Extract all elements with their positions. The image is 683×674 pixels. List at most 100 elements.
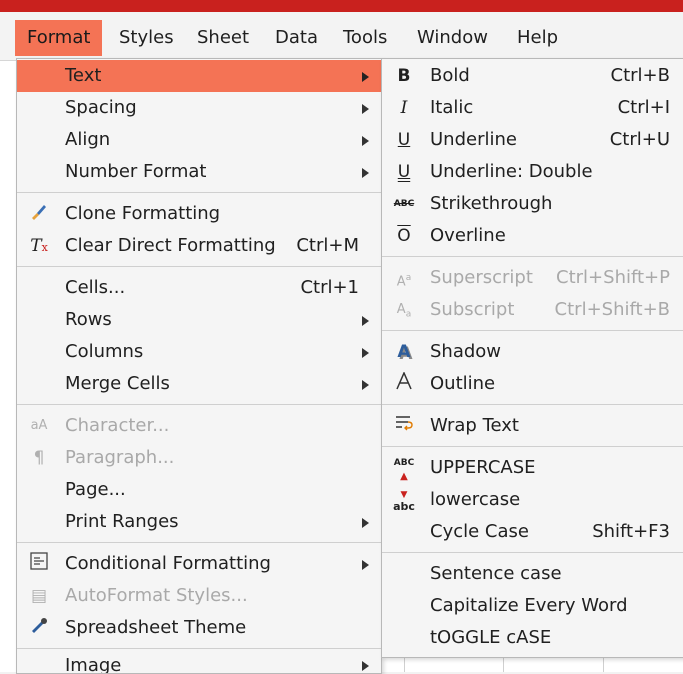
menu-item-print-ranges[interactable]: Print Ranges <box>17 506 381 538</box>
menu-item-align[interactable]: Align <box>17 124 381 156</box>
shortcut-label: Ctrl+M <box>296 235 359 256</box>
menu-item-label: Underline <box>430 129 517 150</box>
submenu-arrow-icon <box>362 560 369 570</box>
menu-separator <box>382 404 683 405</box>
format-menu: Text Spacing Align Number Format Clone F… <box>16 58 382 674</box>
menu-item-sentence-case[interactable]: Sentence case <box>382 558 683 590</box>
uppercase-icon: ABC ▲ <box>393 458 415 482</box>
submenu-arrow-icon <box>362 518 369 528</box>
submenu-arrow-icon <box>362 661 369 671</box>
menu-item-label: Overline <box>430 225 506 246</box>
menu-separator <box>17 542 381 543</box>
menu-item-label: Italic <box>430 97 474 118</box>
clear-formatting-icon: Tx <box>30 236 48 256</box>
menu-item-overline[interactable]: O Overline <box>382 220 683 252</box>
menu-separator <box>382 552 683 553</box>
menu-item-merge-cells[interactable]: Merge Cells <box>17 368 381 400</box>
shortcut-label: Ctrl+1 <box>300 277 359 298</box>
menu-item-shadow[interactable]: A Shadow <box>382 336 683 368</box>
menu-item-conditional-formatting[interactable]: Conditional Formatting <box>17 548 381 580</box>
menu-data[interactable]: Data <box>263 20 330 56</box>
menu-item-image[interactable]: Image <box>17 652 381 673</box>
menu-item-rows[interactable]: Rows <box>17 304 381 336</box>
menu-item-cells[interactable]: Cells... Ctrl+1 <box>17 272 381 304</box>
menu-item-autoformat-styles[interactable]: ▤ AutoFormat Styles... <box>17 580 381 612</box>
menu-item-label: Clear Direct Formatting <box>65 235 276 256</box>
menu-item-subscript[interactable]: Aa Subscript Ctrl+Shift+B <box>382 294 683 326</box>
menu-item-toggle-case[interactable]: tOGGLE cASE <box>382 622 683 654</box>
menu-item-label: Paragraph... <box>65 447 175 468</box>
menu-item-label: UPPERCASE <box>430 457 536 478</box>
menu-item-label: Sentence case <box>430 563 562 584</box>
menu-help[interactable]: Help <box>505 20 570 56</box>
menu-item-label: Align <box>65 129 111 150</box>
menu-item-label: Outline <box>430 373 496 394</box>
menu-item-superscript[interactable]: Aa Superscript Ctrl+Shift+P <box>382 262 683 294</box>
menu-item-label: Clone Formatting <box>65 203 221 224</box>
italic-icon: I <box>400 98 408 118</box>
menu-item-wrap-text[interactable]: Wrap Text <box>382 410 683 442</box>
shadow-icon: A <box>397 342 411 362</box>
overline-icon: O <box>397 226 411 246</box>
menu-item-clear-direct-formatting[interactable]: Tx Clear Direct Formatting Ctrl+M <box>17 230 381 262</box>
menu-sheet[interactable]: Sheet <box>185 20 261 56</box>
menu-item-underline[interactable]: U Underline Ctrl+U <box>382 124 683 156</box>
paragraph-icon: ¶ <box>33 448 45 468</box>
window-top-strip <box>0 0 683 12</box>
menu-item-label: Cells... <box>65 277 126 298</box>
subscript-icon: Aa <box>396 302 412 320</box>
menu-item-uppercase[interactable]: ABC ▲ UPPERCASE <box>382 452 683 484</box>
menu-item-label: Strikethrough <box>430 193 553 214</box>
menu-item-label: Number Format <box>65 161 207 182</box>
menu-item-outline[interactable]: Outline <box>382 368 683 400</box>
menu-bar: Format Styles Sheet Data Tools Window He… <box>0 12 683 61</box>
menu-item-label: Underline: Double <box>430 161 593 182</box>
menu-format[interactable]: Format <box>15 20 103 56</box>
theme-icon <box>27 616 51 640</box>
menu-item-label: Cycle Case <box>430 521 529 542</box>
menu-item-character[interactable]: aA Character... <box>17 410 381 442</box>
menu-item-label: lowercase <box>430 489 521 510</box>
menu-item-paragraph[interactable]: ¶ Paragraph... <box>17 442 381 474</box>
autoformat-icon: ▤ <box>30 586 48 606</box>
menu-item-underline-double[interactable]: U Underline: Double <box>382 156 683 188</box>
menu-item-spacing[interactable]: Spacing <box>17 92 381 124</box>
menu-item-page[interactable]: Page... <box>17 474 381 506</box>
menu-item-label: Spreadsheet Theme <box>65 617 247 638</box>
menu-tools[interactable]: Tools <box>331 20 399 56</box>
menu-separator <box>382 330 683 331</box>
submenu-arrow-icon <box>362 316 369 326</box>
submenu-arrow-icon <box>362 380 369 390</box>
uppercase-icon-text: ABC <box>393 458 415 468</box>
lowercase-icon: ▼ abc <box>393 490 415 513</box>
menu-item-text[interactable]: Text <box>17 60 381 92</box>
shortcut-label: Ctrl+Shift+B <box>554 299 670 320</box>
menu-item-capitalize-every-word[interactable]: Capitalize Every Word <box>382 590 683 622</box>
menu-item-strikethrough[interactable]: ABC Strikethrough <box>382 188 683 220</box>
menu-separator <box>17 192 381 193</box>
menu-item-columns[interactable]: Columns <box>17 336 381 368</box>
menu-item-number-format[interactable]: Number Format <box>17 156 381 188</box>
menu-item-cycle-case[interactable]: Cycle Case Shift+F3 <box>382 516 683 548</box>
menu-separator <box>17 404 381 405</box>
shortcut-label: Ctrl+I <box>617 97 670 118</box>
submenu-arrow-icon <box>362 104 369 114</box>
menu-item-italic[interactable]: I Italic Ctrl+I <box>382 92 683 124</box>
shortcut-label: Ctrl+B <box>610 65 670 86</box>
menu-item-spreadsheet-theme[interactable]: Spreadsheet Theme <box>17 612 381 644</box>
underline-icon: U <box>397 130 411 150</box>
menu-item-label: Subscript <box>430 299 515 320</box>
menu-separator <box>17 266 381 267</box>
menu-item-clone-formatting[interactable]: Clone Formatting <box>17 198 381 230</box>
shortcut-label: Ctrl+Shift+P <box>556 267 670 288</box>
menu-item-lowercase[interactable]: ▼ abc lowercase <box>382 484 683 516</box>
superscript-icon: Aa <box>396 273 412 290</box>
submenu-arrow-icon <box>362 136 369 146</box>
menu-item-bold[interactable]: B Bold Ctrl+B <box>382 60 683 92</box>
menu-item-label: Bold <box>430 65 470 86</box>
menu-styles[interactable]: Styles <box>107 20 186 56</box>
menu-item-label: AutoFormat Styles... <box>65 585 248 606</box>
menu-item-label: Wrap Text <box>430 415 519 436</box>
menu-window[interactable]: Window <box>405 20 500 56</box>
menu-item-label: Superscript <box>430 267 533 288</box>
